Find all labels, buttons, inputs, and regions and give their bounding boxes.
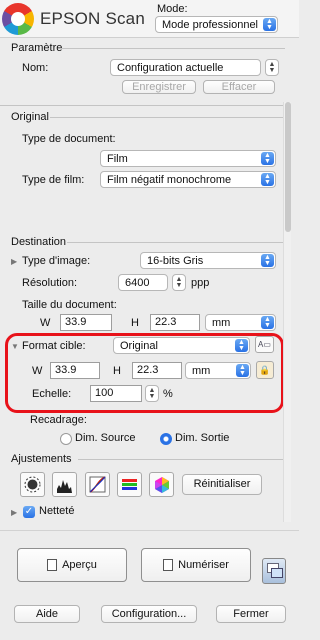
preview-label: Aperçu bbox=[62, 559, 97, 571]
scale-unit: % bbox=[163, 388, 173, 400]
color-balance-icon[interactable] bbox=[117, 472, 142, 497]
section-title-parametre: Paramètre bbox=[11, 42, 63, 54]
doc-type-select[interactable]: Film ▲ ▼ bbox=[100, 150, 276, 167]
trim-label: Recadrage: bbox=[30, 414, 87, 426]
reset-button[interactable]: Réinitialiser bbox=[182, 474, 262, 495]
radio-source-size[interactable] bbox=[60, 433, 72, 445]
scan-label: Numériser bbox=[178, 559, 229, 571]
doc-height-field[interactable]: 22.3 bbox=[150, 314, 200, 331]
scale-stepper[interactable]: ▲ ▼ bbox=[145, 385, 159, 402]
name-field-value: Configuration actuelle bbox=[117, 62, 224, 74]
section-title-destination: Destination bbox=[11, 236, 67, 248]
chevron-updown-icon: ▲ ▼ bbox=[235, 339, 248, 352]
target-format-label: Format cible: bbox=[22, 340, 86, 352]
chevron-updown-icon: ▲ ▼ bbox=[261, 316, 274, 329]
app-title: EPSON Scan bbox=[40, 9, 145, 28]
preview-button[interactable]: Aperçu bbox=[17, 548, 127, 582]
divider bbox=[60, 48, 285, 49]
document-icon bbox=[47, 559, 58, 571]
resolution-label: Résolution: bbox=[22, 277, 78, 289]
delete-button[interactable]: Effacer bbox=[203, 80, 275, 94]
resolution-unit: ppp bbox=[191, 277, 210, 289]
chevron-updown-icon: ▲ ▼ bbox=[236, 364, 249, 377]
scanned-images-folder-icon[interactable] bbox=[262, 558, 286, 584]
scale-field[interactable]: 100 bbox=[90, 385, 142, 402]
divider bbox=[50, 117, 283, 118]
radio-source-label: Dim. Source bbox=[75, 432, 136, 444]
disclosure-triangle-icon[interactable]: ▶ bbox=[11, 257, 17, 266]
image-type-value: 16-bits Gris bbox=[147, 255, 204, 267]
width-label: W bbox=[40, 317, 51, 329]
scrollbar-thumb[interactable] bbox=[285, 102, 291, 232]
name-field[interactable]: Configuration actuelle bbox=[110, 59, 261, 76]
name-stepper[interactable]: ▲ ▼ bbox=[265, 59, 279, 76]
tone-curve-icon[interactable] bbox=[85, 472, 110, 497]
divider bbox=[0, 530, 299, 531]
target-format-select[interactable]: Original ▲ ▼ bbox=[113, 337, 250, 354]
chevron-updown-icon: ▲ ▼ bbox=[261, 152, 274, 165]
mode-label: Mode: bbox=[157, 3, 188, 15]
doc-width-field[interactable]: 33.9 bbox=[60, 314, 112, 331]
resolution-value: 6400 bbox=[125, 277, 150, 289]
height-label: H bbox=[131, 317, 139, 329]
divider bbox=[67, 242, 283, 243]
target-width-field[interactable]: 33.9 bbox=[50, 362, 100, 379]
color-palette-icon[interactable] bbox=[149, 472, 174, 497]
sharpness-checkbox[interactable]: ✓ bbox=[23, 506, 35, 518]
scan-button[interactable]: Numériser bbox=[141, 548, 251, 582]
sharpness-label: Netteté bbox=[39, 505, 75, 517]
save-button[interactable]: Enregistrer bbox=[122, 80, 196, 94]
resolution-stepper[interactable]: ▲ ▼ bbox=[172, 274, 186, 291]
backlight-correction-icon[interactable] bbox=[20, 472, 45, 497]
film-type-select[interactable]: Film négatif monochrome ▲ ▼ bbox=[100, 171, 276, 188]
histogram-icon[interactable] bbox=[52, 472, 77, 497]
target-unit-value: mm bbox=[192, 365, 211, 377]
image-type-label: Type d'image: bbox=[22, 255, 91, 267]
target-unit-select[interactable]: mm ▲ ▼ bbox=[185, 362, 251, 379]
scale-label: Echelle: bbox=[32, 388, 72, 400]
target-format-value: Original bbox=[120, 340, 158, 352]
close-button[interactable]: Fermer bbox=[216, 605, 286, 623]
radio-output-label: Dim. Sortie bbox=[175, 432, 230, 444]
doc-type-label: Type de document: bbox=[22, 133, 116, 145]
doc-unit-select[interactable]: mm ▲ ▼ bbox=[205, 314, 276, 331]
doc-unit-value: mm bbox=[212, 317, 231, 329]
film-type-value: Film négatif monochrome bbox=[107, 174, 232, 186]
chevron-updown-icon: ▲ ▼ bbox=[263, 18, 276, 31]
name-label: Nom: bbox=[22, 62, 49, 74]
target-width-label: W bbox=[32, 365, 43, 377]
resolution-field[interactable]: 6400 bbox=[118, 274, 168, 291]
scrollbar[interactable] bbox=[283, 102, 291, 522]
mode-select-value: Mode professionnel bbox=[162, 19, 259, 31]
divider bbox=[0, 105, 283, 106]
mode-select[interactable]: Mode professionnel ▲ ▼ bbox=[155, 16, 278, 33]
doc-size-label: Taille du document: bbox=[22, 299, 117, 311]
target-height-field[interactable]: 22.3 bbox=[132, 362, 182, 379]
chevron-updown-icon: ▲ ▼ bbox=[261, 173, 274, 186]
divider bbox=[78, 459, 283, 460]
disclosure-triangle-icon[interactable]: ▶ bbox=[11, 508, 17, 517]
section-title-original: Original bbox=[11, 111, 49, 123]
chevron-updown-icon: ▲ ▼ bbox=[261, 254, 274, 267]
lock-icon[interactable]: 🔒 bbox=[256, 361, 274, 379]
orientation-icon[interactable]: A▭ bbox=[255, 336, 274, 353]
help-button[interactable]: Aide bbox=[14, 605, 80, 623]
target-height-label: H bbox=[113, 365, 121, 377]
film-type-label: Type de film: bbox=[22, 174, 85, 186]
disclosure-triangle-open-icon[interactable]: ▼ bbox=[11, 342, 19, 351]
doc-type-value: Film bbox=[107, 153, 128, 165]
image-type-select[interactable]: 16-bits Gris ▲ ▼ bbox=[140, 252, 276, 269]
document-icon bbox=[163, 559, 174, 571]
epson-logo-icon bbox=[2, 3, 34, 35]
configuration-button[interactable]: Configuration... bbox=[101, 605, 197, 623]
radio-output-size[interactable] bbox=[160, 433, 172, 445]
section-title-ajustements: Ajustements bbox=[11, 453, 72, 465]
